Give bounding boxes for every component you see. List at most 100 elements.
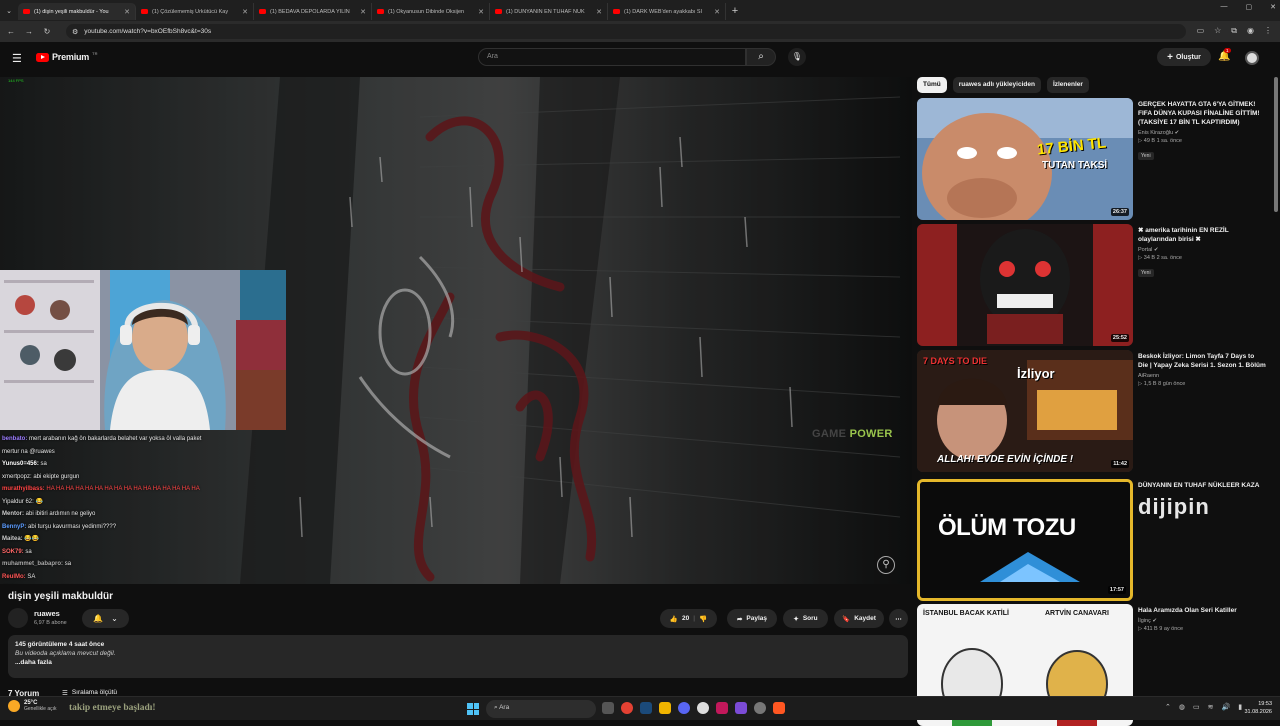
site-info-icon[interactable]: ⚙ <box>72 28 78 36</box>
maximize-icon[interactable]: ▢ <box>1246 3 1253 11</box>
close-window-icon[interactable]: ✕ <box>1270 3 1276 11</box>
tab-title: (1) BEDAVA DEPOLARDA YILIN <box>270 8 350 15</box>
volume-icon[interactable]: 🔊 <box>1221 703 1230 711</box>
page-scrollbar[interactable] <box>1274 77 1278 212</box>
video-title[interactable]: ✖ amerika tarihinin EN REZİL olaylarında… <box>1138 226 1266 244</box>
video-title[interactable]: Hala Aramızda Olan Seri Katiller <box>1138 606 1266 615</box>
wifi-icon[interactable]: ≋ <box>1208 703 1214 711</box>
filter-chip[interactable]: İzlenenler <box>1046 77 1089 93</box>
save-button[interactable]: 🔖 Kaydet <box>834 609 884 628</box>
discord-icon[interactable] <box>678 702 690 714</box>
close-tab-icon[interactable]: ✕ <box>360 8 366 16</box>
search-input[interactable]: Ara <box>478 48 746 66</box>
bookmark-star-icon[interactable]: ☆ <box>1214 26 1221 36</box>
taskbar-search-input[interactable]: ⌕ Ara <box>486 700 596 718</box>
ask-button[interactable]: ✦ Soru <box>783 609 828 628</box>
reload-icon[interactable]: ↻ <box>40 27 54 36</box>
account-avatar[interactable] <box>1245 51 1259 65</box>
show-more-link[interactable]: ...daha fazla <box>15 659 901 666</box>
filter-chip[interactable]: ruawes adlı yükleyiciden <box>952 77 1041 93</box>
video-title[interactable]: GERÇEK HAYATTA GTA 6'YA GİTMEK! FIFA DÜN… <box>1138 100 1266 127</box>
channel-name[interactable]: Portal ✔ <box>1138 247 1266 253</box>
weather-widget[interactable]: 25°C Genellikle açık <box>8 700 57 712</box>
cast-icon[interactable]: ▭ <box>1197 26 1205 36</box>
taskbar-apps <box>602 702 785 714</box>
logo-text: Premium <box>52 52 90 62</box>
search-button[interactable]: ⌕ <box>746 48 776 66</box>
voice-search-button[interactable]: 🎙 <box>788 48 806 66</box>
video-thumbnail[interactable]: ÖLÜM TOZU 17:57 <box>917 479 1133 601</box>
like-button[interactable]: 👍 20 <box>670 615 689 623</box>
steam-icon[interactable] <box>640 702 652 714</box>
chat-message: mertur na @ruawes <box>2 446 232 459</box>
new-tab-button[interactable]: + <box>726 5 744 17</box>
video-thumbnail[interactable]: 25:52 <box>917 224 1133 346</box>
channel-name[interactable]: İlginç ✔ <box>1138 618 1266 624</box>
thumbnail-caption-2: ALLAH! EVDE EVİN İÇİNDE ! <box>937 454 1074 465</box>
task-view-icon[interactable] <box>602 702 614 714</box>
thumbs-down-icon[interactable]: 👎 <box>699 615 707 623</box>
recommended-video[interactable]: 25:52 ✖ amerika tarihinin EN REZİL olayla… <box>917 224 1277 346</box>
windows-start-icon[interactable] <box>467 703 479 715</box>
calculator-icon[interactable] <box>735 702 747 714</box>
obs-icon[interactable] <box>697 702 709 714</box>
filter-chip[interactable]: Tümü <box>917 77 947 93</box>
browser-tab[interactable]: (1) Okyanusun Dibinde Oksijen ✕ <box>372 3 490 20</box>
forward-icon[interactable]: → <box>22 27 36 36</box>
more-actions-button[interactable]: ⋯ <box>889 609 908 628</box>
close-tab-icon[interactable]: ✕ <box>124 8 130 16</box>
channel-name[interactable]: Enis Kirazoğlu ✔ <box>1138 130 1266 136</box>
channel-avatar[interactable] <box>8 608 28 628</box>
channel-name[interactable]: AiRaenn <box>1138 373 1266 379</box>
video-thumbnail[interactable]: 7 DAYS TO DIE İzliyor ALLAH! EVDE EVİN İÇİ… <box>917 350 1133 472</box>
browser-tab[interactable]: (1) dişin yeşili makbuldür - You ✕ <box>18 3 136 20</box>
profile-icon[interactable]: ◉ <box>1247 26 1254 36</box>
channel-name[interactable]: ruawes <box>34 609 60 618</box>
chat-text: sa <box>25 548 32 555</box>
video-title[interactable]: DÜNYANIN EN TUHAF NÜKLEER KAZA <box>1138 481 1266 490</box>
video-title[interactable]: Beskok İzliyor: Limon Tayfa 7 Days to Di… <box>1138 352 1266 370</box>
recommended-video[interactable]: 7 DAYS TO DIE İzliyor ALLAH! EVDE EVİN İÇİ… <box>917 350 1277 472</box>
browser-tab[interactable]: (1) BEDAVA DEPOLARDA YILIN ✕ <box>254 3 372 20</box>
tab-search-icon[interactable]: ⌄ <box>0 0 18 21</box>
create-label: Oluştur <box>1175 53 1201 61</box>
browser-tab[interactable]: (1) Çözülememiş Ürkütücü Kay ✕ <box>136 3 254 20</box>
subscribed-notification-button[interactable]: 🔔 ⌄ <box>82 609 129 628</box>
share-button[interactable]: ➦ Paylaş <box>727 609 777 628</box>
youtube-premium-logo[interactable]: Premium TR <box>36 51 97 62</box>
video-thumbnail[interactable]: 17 BİN TL TUTAN TAKSİ 26:37 <box>917 98 1133 220</box>
monitor-icon[interactable]: ▭ <box>1193 703 1200 711</box>
app-icon[interactable] <box>716 702 728 714</box>
plus-icon: + <box>1167 51 1173 63</box>
url-field[interactable]: ⚙ youtube.com/watch?v=bxOEfbSh8vc&t=30s <box>66 24 1186 39</box>
file-explorer-icon[interactable] <box>659 702 671 714</box>
chevron-up-icon[interactable]: ⌃ <box>1165 703 1171 711</box>
system-clock[interactable]: 19:53 31.08.2026 <box>1236 700 1272 716</box>
extensions-icon[interactable]: ⧉ <box>1231 26 1237 36</box>
browser-tab[interactable]: (1) DARK WEB'den ayakkabı Sİ ✕ <box>608 3 726 20</box>
menu-dots-icon[interactable]: ⋮ <box>1264 26 1272 36</box>
network-icon[interactable]: ◍ <box>1179 703 1185 711</box>
close-tab-icon[interactable]: ✕ <box>714 8 720 16</box>
back-icon[interactable]: ← <box>4 27 18 36</box>
settings-icon[interactable] <box>754 702 766 714</box>
hamburger-menu-icon[interactable]: ☰ <box>12 52 22 65</box>
close-tab-icon[interactable]: ✕ <box>478 8 484 16</box>
description-box[interactable]: 145 görüntüleme 4 saat önce Bu videoda a… <box>8 635 908 678</box>
youtube-play-logo-icon <box>36 52 49 62</box>
browser-tab[interactable]: (1) DÜNYANIN EN TUHAF NÜK ✕ <box>490 3 608 20</box>
minimize-icon[interactable]: — <box>1221 3 1228 11</box>
app-icon[interactable] <box>773 702 785 714</box>
notification-count-badge: 1 <box>1224 48 1231 53</box>
close-tab-icon[interactable]: ✕ <box>596 8 602 16</box>
video-player[interactable]: 144 FPS benbato: mert arabanın kağ ön ba… <box>0 77 912 584</box>
chrome-icon[interactable] <box>621 702 633 714</box>
streamer-webcam-overlay <box>0 270 286 430</box>
recommended-video[interactable]: ÖLÜM TOZU 17:57 DÜNYANIN EN TUHAF NÜKLEER … <box>917 479 1277 601</box>
game-power-watermark-part1: GAME <box>812 428 850 440</box>
create-button[interactable]: + Oluştur <box>1157 48 1211 66</box>
notifications-button[interactable]: 🔔 1 <box>1218 48 1231 62</box>
close-tab-icon[interactable]: ✕ <box>242 8 248 16</box>
recommended-video[interactable]: 17 BİN TL TUTAN TAKSİ 26:37 GERÇEK HAYATTA … <box>917 98 1277 220</box>
chat-text: sa <box>40 461 47 467</box>
